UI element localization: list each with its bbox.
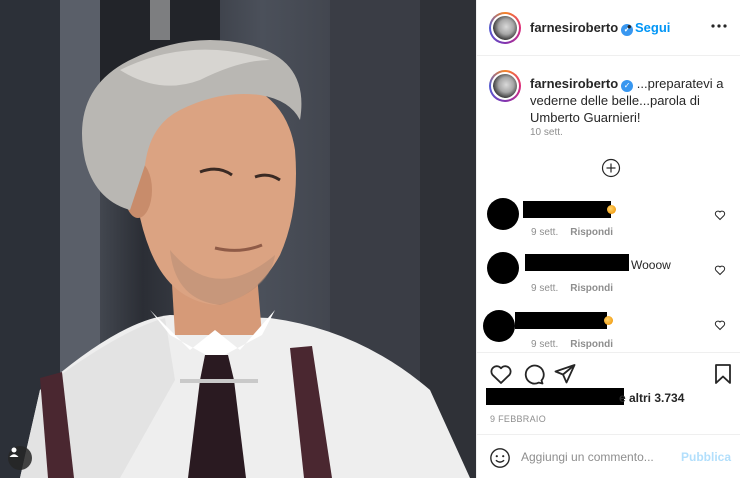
reply-button[interactable]: Rispondi bbox=[570, 283, 613, 294]
caption-text: farnesiroberto ✓ ...preparatevi a vederne… bbox=[530, 75, 730, 126]
smiley-icon[interactable] bbox=[489, 447, 511, 469]
post-actions bbox=[477, 352, 740, 388]
comment-avatar[interactable] bbox=[487, 198, 519, 230]
reply-button[interactable]: Rispondi bbox=[570, 339, 613, 350]
comment-meta: 9 sett. Rispondi bbox=[531, 227, 613, 238]
bookmark-icon[interactable] bbox=[711, 362, 735, 386]
likes-summary[interactable]: e altri 3.734 bbox=[477, 385, 740, 407]
likes-count[interactable]: e altri 3.734 bbox=[619, 391, 684, 405]
post-side-panel: farnesiroberto ✓ • Segui farnesiroberto ✓ … bbox=[476, 0, 740, 478]
comment-avatar[interactable] bbox=[483, 310, 515, 342]
caption-username[interactable]: farnesiroberto bbox=[530, 76, 618, 91]
comment-avatar[interactable] bbox=[487, 252, 519, 284]
redacted-likers bbox=[486, 388, 624, 405]
comment-icon[interactable] bbox=[521, 362, 545, 386]
heart-icon[interactable] bbox=[714, 264, 726, 276]
heart-icon[interactable] bbox=[714, 319, 726, 331]
comment-time[interactable]: 9 sett. bbox=[531, 227, 558, 238]
comment-text: Wooow bbox=[631, 258, 671, 272]
user-tag-icon[interactable] bbox=[8, 446, 32, 470]
author-username[interactable]: farnesiroberto ✓ bbox=[530, 20, 634, 36]
redacted-comment-text bbox=[523, 201, 611, 218]
emoji-icon bbox=[604, 316, 613, 325]
redacted-comment-text bbox=[515, 312, 607, 329]
comment-time[interactable]: 9 sett. bbox=[531, 283, 558, 294]
more-horizontal-icon[interactable] bbox=[707, 14, 731, 38]
header-separator: • bbox=[627, 19, 632, 34]
heart-icon[interactable] bbox=[489, 362, 513, 386]
portrait-illustration bbox=[0, 0, 476, 478]
post-date[interactable]: 9 FEBBRAIO bbox=[490, 414, 546, 424]
comment-item: Wooow 9 sett. Rispondi bbox=[477, 252, 740, 302]
comment-input[interactable] bbox=[521, 447, 681, 467]
post-header: farnesiroberto ✓ • Segui bbox=[477, 0, 740, 56]
comment-time[interactable]: 9 sett. bbox=[531, 339, 558, 350]
plus-circle-icon[interactable] bbox=[601, 158, 621, 178]
publish-button[interactable]: Pubblica bbox=[681, 450, 731, 464]
reply-button[interactable]: Rispondi bbox=[570, 227, 613, 238]
comment-meta: 9 sett. Rispondi bbox=[531, 339, 613, 350]
comment-item: 9 sett. Rispondi bbox=[477, 308, 740, 358]
emoji-icon bbox=[607, 205, 616, 214]
add-comment-bar: Pubblica bbox=[477, 434, 740, 478]
caption-avatar[interactable] bbox=[489, 70, 521, 102]
comment-meta: 9 sett. Rispondi bbox=[531, 283, 613, 294]
post-photo[interactable] bbox=[0, 0, 476, 478]
redacted-comment-text bbox=[525, 254, 629, 271]
comment-item: 9 sett. Rispondi bbox=[477, 198, 740, 248]
paper-plane-icon[interactable] bbox=[553, 362, 577, 386]
heart-icon[interactable] bbox=[714, 209, 726, 221]
verified-badge-icon: ✓ bbox=[621, 80, 634, 92]
author-avatar[interactable] bbox=[489, 12, 521, 44]
follow-button[interactable]: Segui bbox=[635, 20, 670, 35]
caption-timestamp[interactable]: 10 sett. bbox=[530, 127, 563, 138]
